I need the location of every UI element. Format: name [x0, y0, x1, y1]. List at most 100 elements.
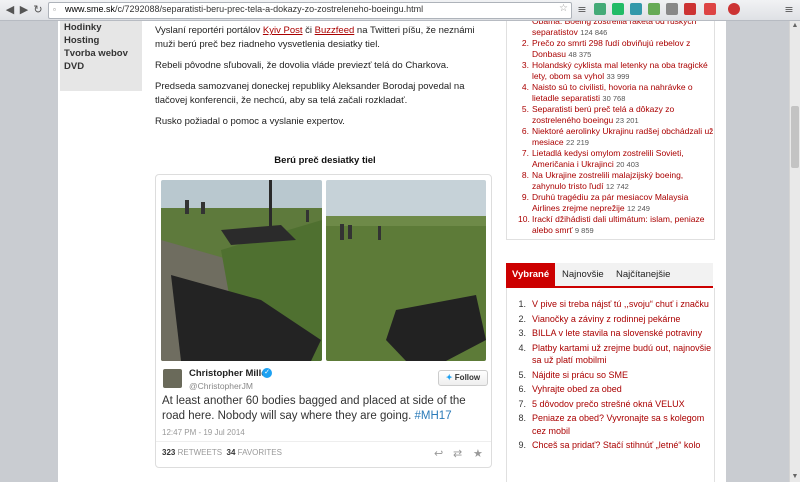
- tweet-text: At least another 60 bodies bagged and pl…: [162, 395, 466, 422]
- item-number: 9.: [518, 440, 526, 450]
- bookmark-star-icon[interactable]: ☆: [559, 3, 568, 14]
- selected-item[interactable]: 4. Platby kartami už zrejme budú out, naj…: [512, 342, 712, 367]
- item-read-count: 30 768: [602, 93, 626, 103]
- back-icon[interactable]: ◀: [3, 3, 17, 17]
- scroll-up-icon[interactable]: ▲: [790, 21, 800, 31]
- item-read-count: 22 219: [566, 137, 589, 147]
- page-icon: ▫: [53, 5, 56, 14]
- extension-icon-2[interactable]: [612, 3, 624, 15]
- most-read-item[interactable]: 10. Irackí džihádisti dali ultimátum: isl…: [518, 214, 714, 236]
- item-title[interactable]: V pive si treba nájsť tú ,,svoju“ chuť i…: [532, 299, 709, 309]
- left-menu-item[interactable]: Hodinky: [60, 21, 142, 34]
- favorite-star-icon[interactable]: ★: [473, 447, 483, 460]
- menu-lines-icon[interactable]: ≡: [575, 3, 589, 17]
- tweet-timestamp[interactable]: 12:47 PM - 19 Jul 2014: [162, 428, 245, 437]
- extension-icon-7[interactable]: [704, 3, 716, 15]
- tab-most-read[interactable]: Najčítanejšie: [610, 263, 676, 286]
- browser-menu-icon[interactable]: ≡: [782, 3, 796, 17]
- item-read-count: 12 742: [605, 181, 629, 191]
- selected-item[interactable]: 2. Vianočky a záviny z rodinnej pekárne: [512, 313, 712, 326]
- selected-item[interactable]: 7. 5 dôvodov prečo strešné okná VELUX: [512, 398, 712, 411]
- item-number: 10.: [518, 214, 530, 224]
- item-title[interactable]: Niektoré aerolinky Ukrajinu radšej obchá…: [532, 126, 713, 147]
- avatar[interactable]: [163, 369, 182, 388]
- left-menu-item[interactable]: Tvorba webov: [60, 47, 142, 60]
- most-read-item[interactable]: 9. Druhú tragédiu za pár mesiacov Malaysi…: [518, 192, 714, 214]
- article-paragraph: Predseda samozvanej doneckej republiky A…: [155, 81, 465, 106]
- tweet-divider: [156, 441, 491, 442]
- item-number: 3.: [518, 328, 526, 338]
- reply-icon[interactable]: ↩: [434, 447, 443, 460]
- reload-icon[interactable]: ↻: [31, 3, 45, 17]
- most-read-item[interactable]: 3. Holandský cyklista mal letenky na oba …: [518, 60, 714, 82]
- hashtag-link[interactable]: #MH17: [415, 410, 452, 422]
- most-read-item[interactable]: 4. Naisto sú to civilisti, hovoria na nah…: [518, 82, 714, 104]
- extension-icon-3[interactable]: [630, 3, 642, 15]
- tweet-photo-left[interactable]: [161, 180, 322, 361]
- follow-button[interactable]: ✦ Follow: [438, 370, 488, 386]
- address-bar[interactable]: ▫ www.sme.sk/c/7292088/separatisti-beru-…: [48, 2, 572, 19]
- most-read-item[interactable]: 2. Prečo zo smrti 298 ľudí obviňujú rebel…: [518, 38, 714, 60]
- item-title[interactable]: Obama: Boeing zostrelila raketa od ruský…: [532, 21, 696, 37]
- tweet-photo-right[interactable]: [326, 180, 486, 361]
- selected-item[interactable]: 3. BILLA v lete stavila na slovenské potr…: [512, 327, 712, 340]
- scroll-down-icon[interactable]: ▼: [790, 472, 800, 482]
- most-read-item[interactable]: 5. Separatisti berú preč telá a dôkazy zo…: [518, 104, 714, 126]
- url-path: /c/7292088/separatisti-beru-prec-tela-a-…: [115, 4, 424, 14]
- most-read-item[interactable]: 7. Lietadlá kedysi omylom zostrelili Sovi…: [518, 148, 714, 170]
- extension-icon-6[interactable]: [684, 3, 696, 15]
- url-host: www.sme.sk: [65, 4, 116, 14]
- page-content: Hodinky Hosting Tvorba webov DVD Vyslaní…: [58, 21, 726, 482]
- tab-newest[interactable]: Najnovšie: [556, 263, 610, 286]
- item-number: 8.: [521, 170, 529, 180]
- extension-icon-8[interactable]: [728, 3, 740, 15]
- selected-item[interactable]: 5. Nájdite si prácu so SME: [512, 369, 712, 382]
- item-title[interactable]: Nájdite si prácu so SME: [532, 370, 628, 380]
- kyiv-post-link[interactable]: Kyiv Post: [263, 25, 303, 36]
- tab-selected[interactable]: Vybrané: [506, 263, 556, 286]
- item-title[interactable]: Druhú tragédiu za pár mesiacov Malaysia …: [532, 192, 688, 213]
- item-number: 9.: [521, 192, 529, 202]
- selected-item[interactable]: 6. Vyhrajte obed za obed: [512, 383, 712, 396]
- scrollbar[interactable]: ▲ ▼: [789, 21, 800, 482]
- item-title[interactable]: Lietadlá kedysi omylom zostrelili Soviet…: [532, 148, 684, 169]
- tweet-stats: 323 RETWEETS 34 FAVORITES: [162, 448, 282, 457]
- item-number: 5.: [518, 369, 526, 380]
- item-title[interactable]: BILLA v lete stavila na slovenské potrav…: [532, 328, 702, 338]
- item-title[interactable]: Separatisti berú preč telá a dôkazy zo z…: [532, 104, 674, 125]
- item-title[interactable]: Platby kartami už zrejme budú out, najno…: [532, 343, 711, 366]
- left-menu-item[interactable]: DVD: [60, 60, 142, 73]
- item-number: 5.: [521, 104, 529, 114]
- extension-icon-4[interactable]: [648, 3, 660, 15]
- item-title[interactable]: Vyhrajte obed za obed: [532, 384, 622, 394]
- tab-bar: Vybrané Najnovšie Najčítanejšie: [506, 263, 713, 288]
- retweet-icon[interactable]: ⇄: [453, 447, 462, 460]
- scrollbar-thumb[interactable]: [791, 106, 799, 168]
- item-title[interactable]: Chceš sa pridať? Stačí stihnúť „letné“ k…: [532, 440, 700, 450]
- embedded-tweet: Christopher Miller ✓ @ChristopherJM ✦ Fo…: [155, 174, 492, 468]
- selected-item[interactable]: 9. Chceš sa pridať? Stačí stihnúť „letné“…: [512, 439, 712, 452]
- page-viewport: Hodinky Hosting Tvorba webov DVD Vyslaní…: [0, 21, 790, 482]
- left-menu-item[interactable]: Hosting: [60, 34, 142, 47]
- most-read-item[interactable]: Obama: Boeing zostrelila raketa od ruský…: [518, 21, 714, 38]
- item-title[interactable]: Prečo zo smrti 298 ľudí obviňujú rebelov…: [532, 38, 690, 59]
- item-read-count: 12 249: [626, 203, 650, 213]
- article-paragraph: Vyslaní reportéri portálov Kyiv Post či …: [155, 25, 475, 50]
- item-title[interactable]: 5 dôvodov prečo strešné okná VELUX: [532, 399, 685, 409]
- tweet-author-name[interactable]: Christopher Miller: [189, 368, 270, 379]
- item-title[interactable]: Vianočky a záviny z rodinnej pekárne: [532, 314, 680, 324]
- item-read-count: 9 859: [574, 225, 594, 235]
- buzzfeed-link[interactable]: Buzzfeed: [315, 25, 355, 36]
- image-title: Berú preč desiatky tiel: [274, 155, 376, 166]
- item-number: 1.: [518, 299, 526, 309]
- selected-item[interactable]: 8. Peniaze za obed? Vyvronajte sa s koleg…: [512, 412, 712, 437]
- extension-icon-1[interactable]: [594, 3, 606, 15]
- forward-icon[interactable]: ▶: [17, 3, 31, 17]
- item-title[interactable]: Irackí džihádisti dali ultimátum: islam,…: [532, 214, 704, 235]
- most-read-item[interactable]: 6. Niektoré aerolinky Ukrajinu radšej obc…: [518, 126, 714, 148]
- most-read-item[interactable]: 8. Na Ukrajine zostrelili malajzijský boe…: [518, 170, 714, 192]
- selected-item[interactable]: 1. V pive si treba nájsť tú ,,svoju“ chuť…: [512, 298, 712, 311]
- item-title[interactable]: Peniaze za obed? Vyvronajte sa s kolegom…: [532, 413, 704, 436]
- tweet-author-handle[interactable]: @ChristopherJM: [189, 381, 253, 391]
- extension-icon-5[interactable]: [666, 3, 678, 15]
